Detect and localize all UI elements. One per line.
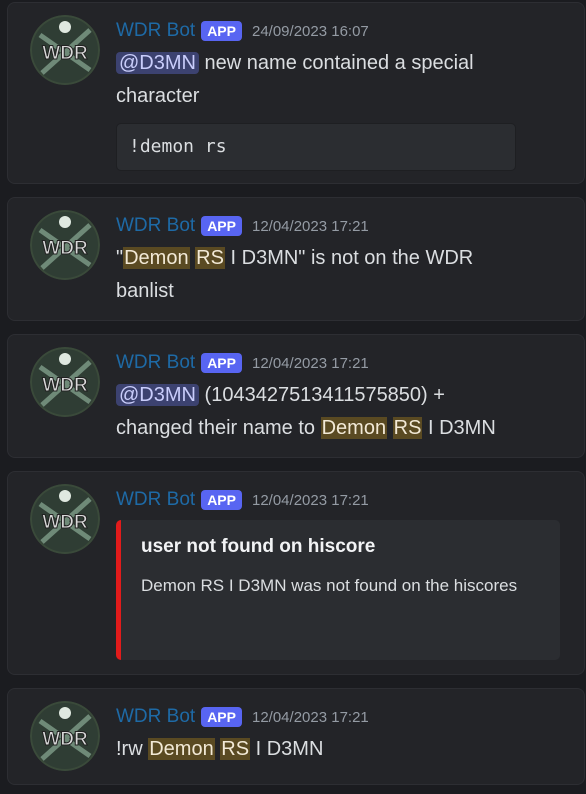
code-block: !demon rs: [116, 123, 516, 171]
message-header: WDR Bot APP 24/09/2023 16:07: [116, 17, 572, 45]
avatar-image: WDR: [30, 484, 100, 554]
search-highlight: Demon: [148, 738, 215, 760]
message-body: @D3MN (1043427513411575850) + changed th…: [116, 379, 572, 445]
app-badge: APP: [201, 707, 242, 727]
message: WDR WDR Bot APP 12/04/2023 17:21 "Demon …: [7, 197, 585, 321]
timestamp: 24/09/2023 16:07: [251, 22, 369, 40]
timestamp: 12/04/2023 17:21: [251, 491, 369, 509]
author-name[interactable]: WDR Bot: [116, 215, 195, 237]
embed-description: Demon RS I D3MN was not found on the his…: [141, 576, 518, 595]
search-highlight: Demon: [320, 417, 388, 439]
avatar[interactable]: WDR: [30, 484, 100, 554]
search-highlight: RS: [392, 417, 423, 439]
avatar-image: WDR: [30, 15, 100, 85]
author-name[interactable]: WDR Bot: [116, 20, 195, 42]
avatar[interactable]: WDR: [30, 210, 100, 280]
avatar[interactable]: WDR: [30, 347, 100, 417]
search-highlight: Demon: [123, 247, 190, 269]
avatar-image: WDR: [30, 701, 100, 771]
author-name[interactable]: WDR Bot: [116, 352, 195, 374]
search-highlight: RS: [195, 247, 225, 269]
avatar-image: WDR: [30, 210, 100, 280]
avatar[interactable]: WDR: [30, 15, 100, 85]
app-badge: APP: [201, 490, 242, 510]
message-header: WDR Bot APP 12/04/2023 17:21: [116, 212, 572, 240]
embed-title: user not found on hiscore: [141, 536, 376, 557]
message-text: !rw: [116, 738, 149, 760]
avatar-image: WDR: [30, 347, 100, 417]
embed: user not found on hiscore Demon RS I D3M…: [116, 520, 560, 660]
message-text: I D3MN: [422, 417, 496, 439]
message-body: "Demon RS I D3MN" is not on the WDR banl…: [116, 242, 572, 308]
user-mention[interactable]: @D3MN: [116, 52, 199, 74]
message: WDR WDR Bot APP 12/04/2023 17:21 !rw Dem…: [7, 688, 585, 785]
message-body: !rw Demon RS I D3MN: [116, 733, 572, 766]
user-mention[interactable]: @D3MN: [116, 384, 199, 406]
timestamp: 12/04/2023 17:21: [251, 217, 369, 235]
author-name[interactable]: WDR Bot: [116, 489, 195, 511]
message-text: banlist: [116, 280, 174, 302]
search-highlight: RS: [220, 738, 251, 760]
app-badge: APP: [201, 216, 242, 236]
avatar[interactable]: WDR: [30, 701, 100, 771]
message-header: WDR Bot APP 12/04/2023 17:21: [116, 349, 572, 377]
message-feed: WDR WDR Bot APP 24/09/2023 16:07 @D3MN n…: [0, 0, 586, 794]
message-text: changed their name to: [116, 417, 321, 439]
timestamp: 12/04/2023 17:21: [251, 708, 369, 726]
svg-text:WDR: WDR: [42, 43, 88, 64]
app-badge: APP: [201, 353, 242, 373]
message: WDR WDR Bot APP 12/04/2023 17:21 @D3MN (…: [7, 334, 585, 458]
message-text: new name contained a special: [198, 52, 474, 74]
message-text: I D3MN: [250, 738, 324, 760]
timestamp: 12/04/2023 17:21: [251, 354, 369, 372]
app-badge: APP: [201, 21, 242, 41]
svg-text:WDR: WDR: [42, 375, 88, 396]
message-text: character: [116, 85, 200, 107]
message: WDR WDR Bot APP 12/04/2023 17:21 user no…: [7, 471, 585, 675]
svg-text:WDR: WDR: [42, 238, 88, 259]
message-text: I D3MN" is not on the WDR: [224, 247, 474, 269]
svg-text:WDR: WDR: [42, 512, 88, 533]
message: WDR WDR Bot APP 24/09/2023 16:07 @D3MN n…: [7, 2, 585, 184]
message-header: WDR Bot APP 12/04/2023 17:21: [116, 486, 572, 514]
author-name[interactable]: WDR Bot: [116, 706, 195, 728]
svg-text:WDR: WDR: [42, 729, 88, 750]
message-text: (1043427513411575850) +: [198, 384, 445, 406]
message-header: WDR Bot APP 12/04/2023 17:21: [116, 703, 572, 731]
message-body: @D3MN new name contained a special chara…: [116, 47, 572, 113]
